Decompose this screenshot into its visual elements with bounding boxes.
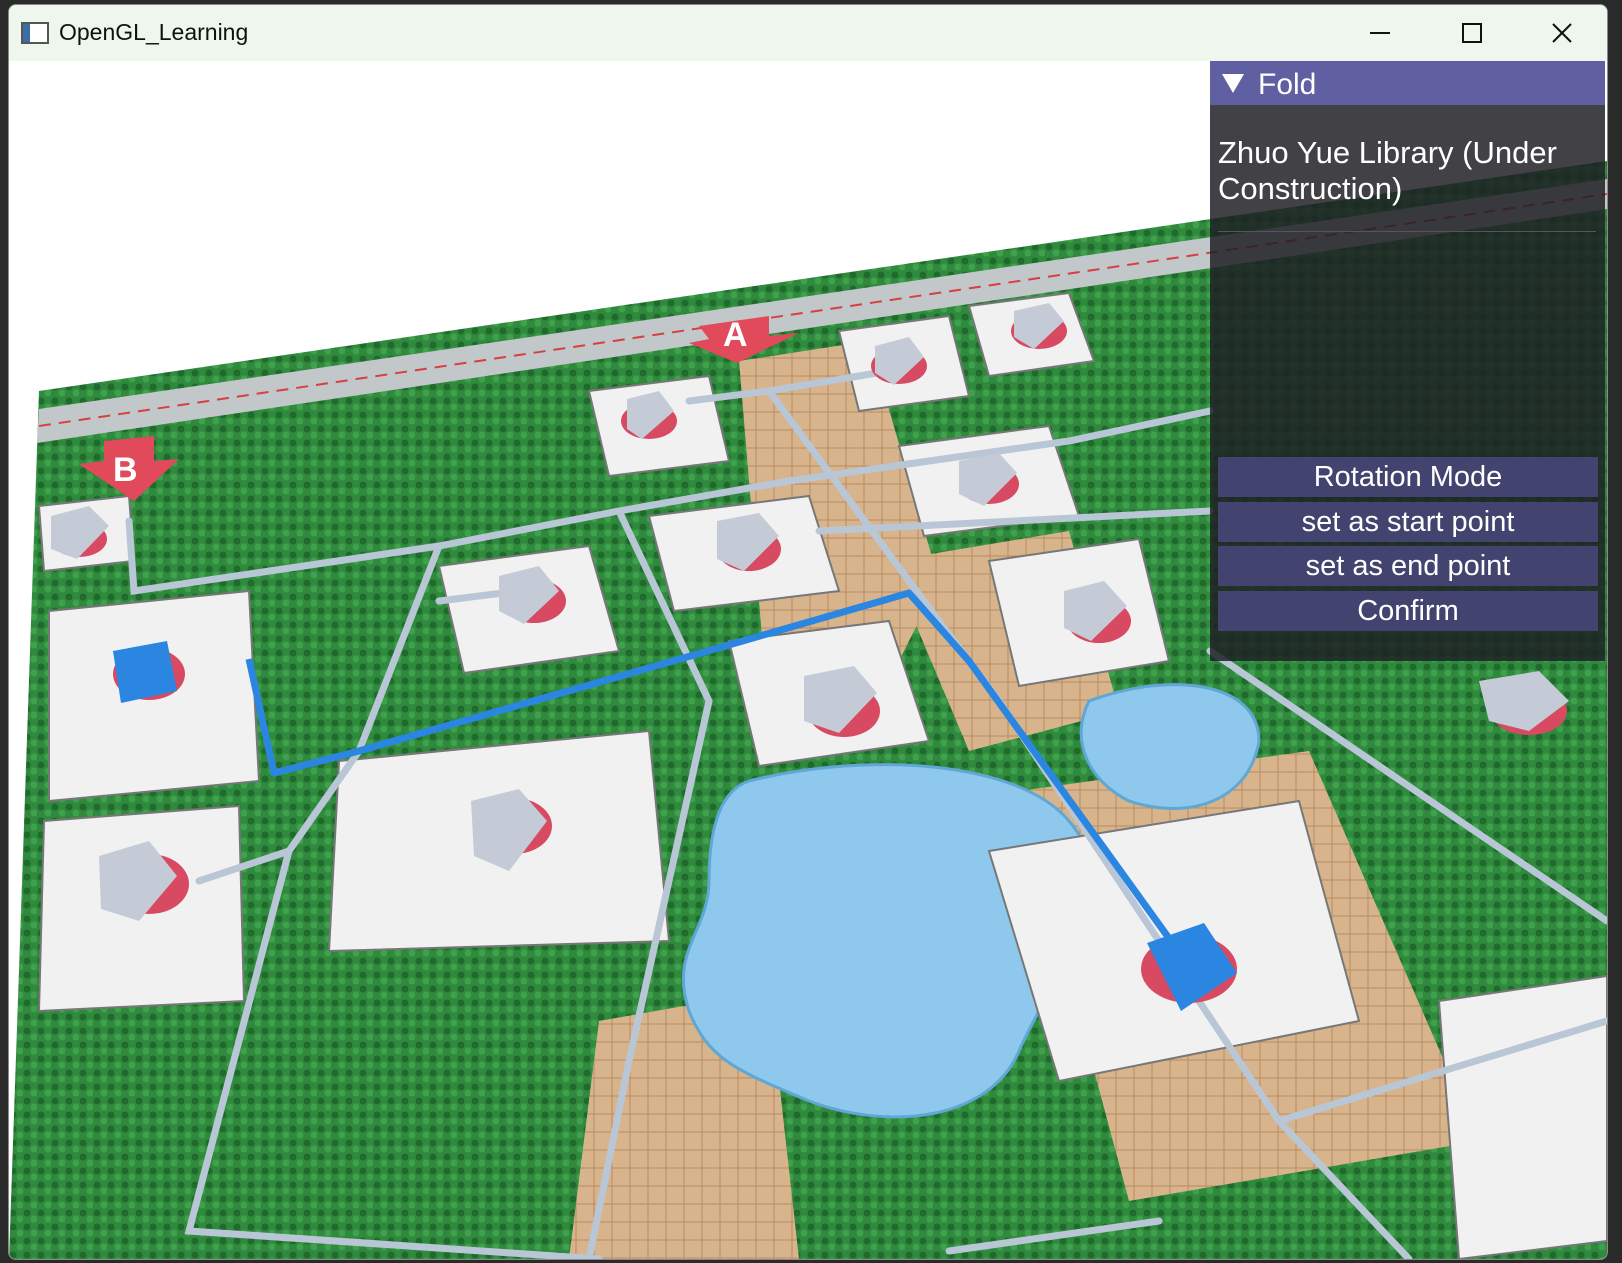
- minimize-icon: [1370, 32, 1390, 34]
- rotation-mode-button[interactable]: Rotation Mode: [1218, 457, 1598, 497]
- close-button[interactable]: [1517, 5, 1607, 61]
- selected-place-name: Zhuo Yue Library (Under Construction): [1218, 135, 1557, 206]
- info-panel: Fold Zhuo Yue Library (Under Constructio…: [1210, 61, 1605, 661]
- title-bar[interactable]: OpenGL_Learning: [9, 5, 1607, 61]
- maximize-button[interactable]: [1427, 5, 1517, 61]
- confirm-button[interactable]: Confirm: [1218, 591, 1598, 631]
- fold-arrow-icon: [1222, 74, 1244, 93]
- set-end-point-button[interactable]: set as end point: [1218, 546, 1598, 586]
- fold-header[interactable]: Fold: [1210, 61, 1605, 105]
- entrance-a-label: A: [723, 316, 748, 354]
- set-start-point-button[interactable]: set as start point: [1218, 502, 1598, 542]
- entrance-b-label: B: [113, 451, 138, 489]
- app-icon: [21, 22, 49, 44]
- panel-divider: [1218, 231, 1596, 232]
- minimize-button[interactable]: [1335, 5, 1425, 61]
- close-icon: [1552, 23, 1572, 43]
- window-title: OpenGL_Learning: [59, 19, 249, 45]
- maximize-icon: [1462, 23, 1482, 43]
- app-window: OpenGL_Learning A B Fold Zhuo Yue Librar…: [8, 4, 1608, 1260]
- fold-label: Fold: [1258, 68, 1317, 101]
